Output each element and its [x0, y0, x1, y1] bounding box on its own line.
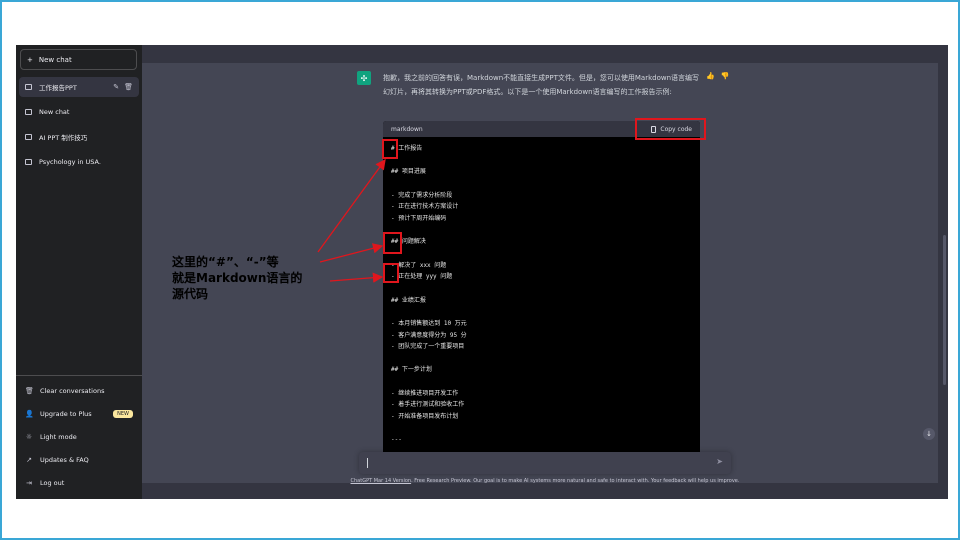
- conversation-label: AI PPT 制作技巧: [39, 134, 88, 142]
- new-chat-label: New chat: [38, 55, 72, 64]
- code-line: - 开始准备项目发布计划: [391, 413, 459, 421]
- code-line: - 团队完成了一个重要项目: [391, 343, 465, 351]
- annotation-line-1: 这里的“#”、“-”等: [172, 255, 279, 269]
- code-content: # 工作报告 ## 项目进展 - 完成了需求分析阶段 - 正在进行技术方案设计 - 预计…: [391, 143, 691, 446]
- code-line: ## 项目进展: [391, 168, 426, 176]
- upgrade-label: Upgrade to Plus: [40, 410, 92, 418]
- message-text: 抱歉，我之前的回答有误，Markdown不能直接生成PPT文件。但是，您可以使用…: [383, 74, 700, 96]
- sidebar: + New chat 工作报告PPT ✎ 🗑 New chat AI PPT 制…: [16, 45, 142, 499]
- code-line: - 预计下周开始编码: [391, 214, 447, 222]
- trash-icon: 🗑: [25, 387, 34, 395]
- thumbs-up-icon[interactable]: 👍: [706, 72, 715, 80]
- code-line: - 着手进行测试和验收工作: [391, 401, 465, 409]
- code-line: - 本月销售额达到 10 万元: [391, 319, 467, 327]
- footer-text: . Free Research Preview. Our goal is to …: [411, 478, 740, 484]
- chat-bubble-icon: [25, 159, 32, 165]
- code-line: - 继续推进项目开发工作: [391, 389, 459, 397]
- plus-icon: +: [27, 55, 33, 64]
- chat-input[interactable]: ➤: [359, 452, 731, 474]
- code-line: # 工作报告: [391, 145, 423, 152]
- chat-bubble-icon: [25, 134, 32, 140]
- conversation-label: Psychology in USA.: [39, 158, 101, 166]
- logout-button[interactable]: ⇥ Log out: [19, 473, 139, 493]
- external-link-icon: ↗: [26, 456, 32, 464]
- user-icon: 👤: [25, 410, 34, 418]
- scrollbar[interactable]: [943, 235, 946, 385]
- clear-conversations-button[interactable]: 🗑 Clear conversations: [19, 381, 139, 401]
- code-line: ## 下一步计划: [391, 366, 432, 374]
- trash-icon[interactable]: 🗑: [124, 83, 133, 91]
- code-line: - 解决了 xxx 问题: [391, 261, 447, 269]
- dash-highlight-box: [383, 263, 399, 283]
- edit-icon[interactable]: ✎: [113, 83, 119, 91]
- conversation-label: 工作报告PPT: [39, 84, 77, 92]
- light-mode-button[interactable]: ☼ Light mode: [19, 427, 139, 447]
- upgrade-button[interactable]: 👤 Upgrade to Plus NEW: [19, 404, 139, 424]
- new-chat-button[interactable]: + New chat: [20, 49, 137, 70]
- conversation-item-3[interactable]: Psychology in USA.: [19, 152, 139, 172]
- sun-icon: ☼: [25, 433, 33, 441]
- thumbs-down-icon[interactable]: 👎: [721, 72, 730, 80]
- conversation-item-0[interactable]: 工作报告PPT ✎ 🗑: [19, 77, 139, 97]
- code-language: markdown: [391, 125, 423, 133]
- text-cursor: [367, 458, 368, 468]
- code-line: - 完成了需求分析阶段: [391, 191, 453, 199]
- code-line: - 正在进行技术方案设计: [391, 203, 459, 211]
- sidebar-divider: [16, 375, 142, 376]
- openai-logo-icon: ✣: [357, 71, 371, 85]
- new-badge: NEW: [113, 410, 133, 418]
- slide-frame: + New chat 工作报告PPT ✎ 🗑 New chat AI PPT 制…: [0, 0, 960, 540]
- annotation-line-3: 源代码: [172, 287, 209, 301]
- annotation-text: 这里的“#”、“-”等 就是Markdown语言的 源代码: [172, 254, 322, 302]
- chatgpt-window: + New chat 工作报告PPT ✎ 🗑 New chat AI PPT 制…: [16, 45, 948, 499]
- hash-highlight-box-1: [382, 139, 398, 159]
- code-line: ## 问题解决: [391, 238, 426, 246]
- hash-highlight-box-2: [383, 232, 402, 254]
- footer: ChatGPT Mar 14 Version. Free Research Pr…: [142, 478, 948, 484]
- code-line: - 客户满意度得分为 95 分: [391, 331, 467, 339]
- conversation-label: New chat: [39, 108, 70, 116]
- copy-code-highlight-box: [635, 118, 706, 140]
- scroll-down-icon[interactable]: ↓: [923, 428, 935, 440]
- code-line: - 正在处理 yyy 问题: [391, 273, 453, 281]
- light-mode-label: Light mode: [40, 433, 77, 441]
- logout-icon: ⇥: [26, 479, 32, 487]
- version-link[interactable]: ChatGPT Mar 14 Version: [351, 478, 412, 484]
- conversation-item-1[interactable]: New chat: [19, 102, 139, 122]
- code-line: ## 业绩汇报: [391, 296, 426, 304]
- logout-label: Log out: [40, 479, 65, 487]
- code-block: markdown Copy code # 工作报告 ## 项目进展 - 完成了需求分…: [383, 121, 700, 471]
- chat-bubble-icon: [25, 109, 32, 115]
- updates-label: Updates & FAQ: [40, 456, 89, 464]
- code-line: ---: [391, 436, 402, 444]
- annotation-line-2: 就是Markdown语言的: [172, 271, 303, 285]
- chat-bubble-icon: [25, 84, 32, 90]
- clear-label: Clear conversations: [40, 387, 105, 395]
- updates-faq-link[interactable]: ↗ Updates & FAQ: [19, 450, 139, 470]
- conversation-item-2[interactable]: AI PPT 制作技巧: [19, 127, 139, 147]
- send-icon[interactable]: ➤: [716, 457, 723, 466]
